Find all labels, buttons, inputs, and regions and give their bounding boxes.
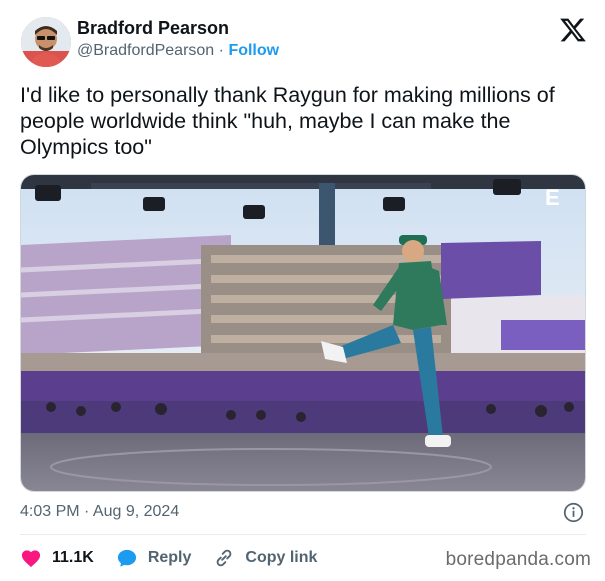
follow-button[interactable]: Follow	[228, 42, 279, 59]
watermark: boredpanda.com	[445, 549, 591, 570]
heart-icon	[21, 550, 41, 568]
link-icon	[217, 549, 232, 567]
like-count: 11.1K	[52, 549, 94, 566]
author-avatar[interactable]	[21, 17, 71, 67]
speech-bubble-icon	[117, 549, 136, 567]
tweet-media-image[interactable]: E	[20, 174, 586, 492]
copy-link-label: Copy link	[245, 549, 318, 566]
tweet-actions: 11.1K Reply Copy link	[20, 546, 339, 570]
author-name[interactable]: Bradford Pearson	[77, 18, 229, 39]
tweet-card: Bradford Pearson @BradfordPearson · Foll…	[0, 0, 605, 581]
handle-separator: ·	[218, 42, 224, 59]
divider	[20, 534, 586, 535]
like-button[interactable]: 11.1K	[20, 548, 94, 568]
avatar-image	[21, 17, 71, 67]
copy-link-button[interactable]: Copy link	[213, 547, 317, 569]
x-logo-icon[interactable]	[559, 16, 587, 44]
reply-label: Reply	[147, 549, 192, 566]
tweet-text: I'd like to personally thank Raygun for …	[20, 83, 555, 159]
info-icon[interactable]	[563, 502, 584, 523]
tweet-timestamp[interactable]: 4:03 PM · Aug 9, 2024	[20, 503, 179, 521]
author-handle[interactable]: @BradfordPearson	[77, 42, 214, 59]
reply-button[interactable]: Reply	[116, 548, 192, 568]
author-handle-row: @BradfordPearson · Follow	[77, 42, 279, 60]
broadcast-image: E	[21, 175, 585, 491]
channel-logo: E	[545, 185, 560, 210]
